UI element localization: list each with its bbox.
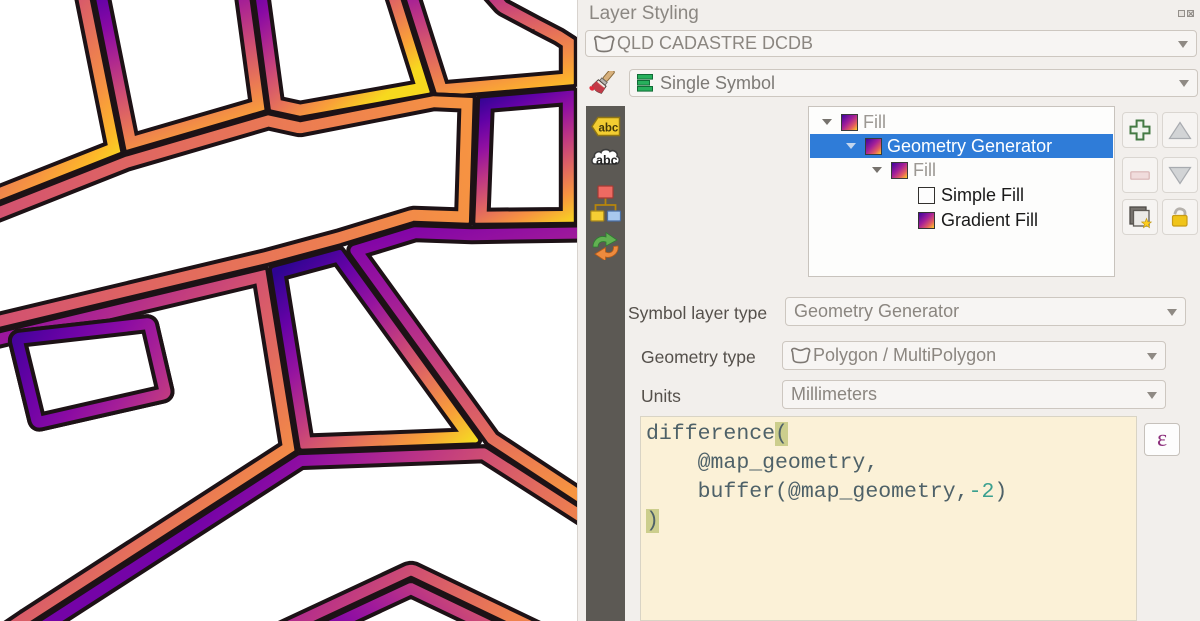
svg-text:abc: abc (599, 123, 619, 135)
svg-text:abc: abc (596, 154, 618, 168)
